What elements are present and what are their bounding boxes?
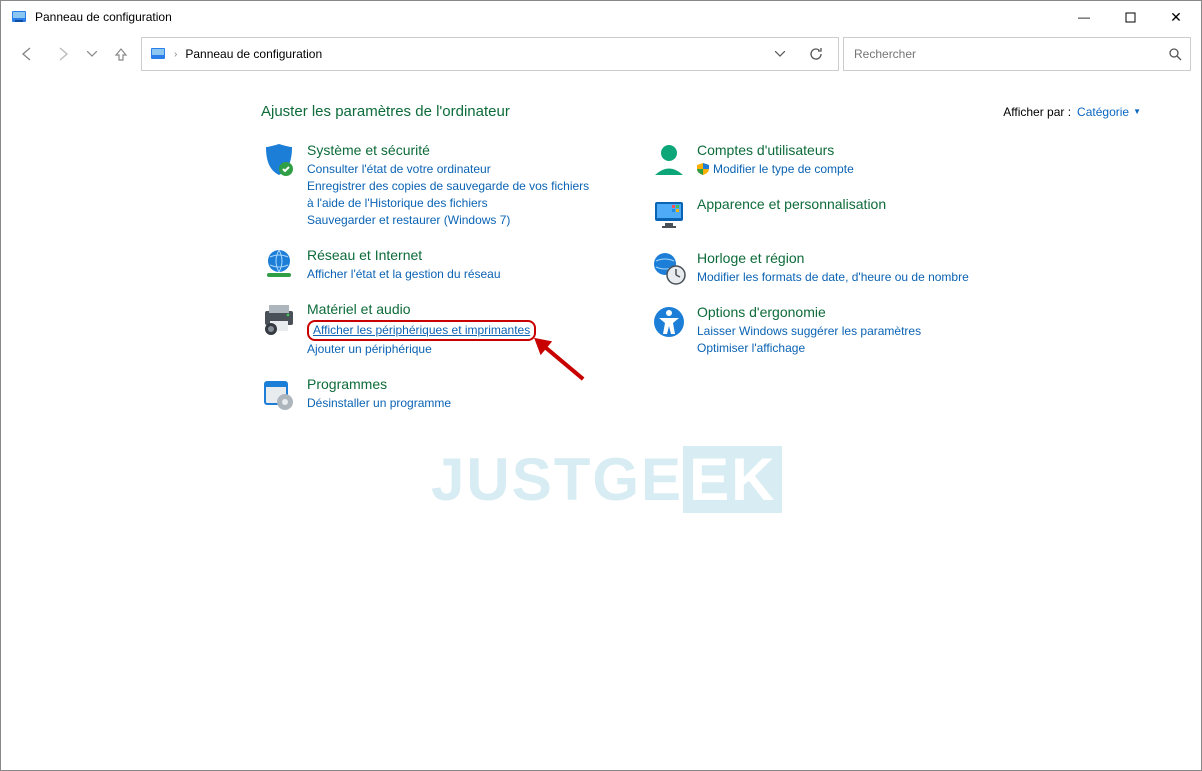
back-button[interactable] <box>11 38 43 70</box>
minimize-button[interactable]: — <box>1061 1 1107 33</box>
link-change-account-type[interactable]: Modifier le type de compte <box>697 161 981 178</box>
link-system-status[interactable]: Consulter l'état de votre ordinateur <box>307 161 591 178</box>
search-icon <box>1168 47 1182 61</box>
window-title: Panneau de configuration <box>35 10 172 24</box>
globe-icon <box>261 247 297 283</box>
title-bar: Panneau de configuration — ✕ <box>1 1 1201 33</box>
link-date-time-formats[interactable]: Modifier les formats de date, d'heure ou… <box>697 269 981 286</box>
category-title[interactable]: Système et sécurité <box>307 142 591 158</box>
content-area: JUSTGEEK Ajuster les paramètres de l'ord… <box>1 75 1201 770</box>
category-title[interactable]: Comptes d'utilisateurs <box>697 142 981 158</box>
category-clock-region: Horloge et région Modifier les formats d… <box>651 250 981 286</box>
link-network-status[interactable]: Afficher l'état et la gestion du réseau <box>307 266 591 283</box>
category-title[interactable]: Matériel et audio <box>307 301 591 317</box>
link-add-device[interactable]: Ajouter un périphérique <box>307 341 591 358</box>
search-input[interactable] <box>852 46 1168 62</box>
programs-icon <box>261 376 297 412</box>
view-by-label: Afficher par : <box>1003 105 1071 119</box>
category-network-internet: Réseau et Internet Afficher l'état et la… <box>261 247 591 283</box>
view-by-dropdown[interactable]: Catégorie ▼ <box>1077 105 1141 119</box>
chevron-right-icon: › <box>174 49 177 60</box>
category-user-accounts: Comptes d'utilisateurs Modifier le type … <box>651 142 981 178</box>
link-optimize-display[interactable]: Optimiser l'affichage <box>697 340 981 357</box>
chevron-down-icon: ▼ <box>1133 107 1141 116</box>
address-dropdown-button[interactable] <box>766 40 794 68</box>
up-button[interactable] <box>105 38 137 70</box>
link-suggest-settings[interactable]: Laisser Windows suggérer les paramètres <box>697 323 981 340</box>
close-button[interactable]: ✕ <box>1153 1 1199 33</box>
accessibility-icon <box>651 304 687 340</box>
breadcrumb-root[interactable]: Panneau de configuration <box>185 47 322 61</box>
clock-globe-icon <box>651 250 687 286</box>
category-ease-of-access: Options d'ergonomie Laisser Windows sugg… <box>651 304 981 357</box>
right-column: Comptes d'utilisateurs Modifier le type … <box>651 142 981 430</box>
link-file-history-backup[interactable]: Enregistrer des copies de sauvegarde de … <box>307 178 591 212</box>
page-header: Ajuster les paramètres de l'ordinateur A… <box>261 103 1141 120</box>
category-hardware-sound: Matériel et audio Afficher les périphéri… <box>261 301 591 358</box>
monitor-icon <box>651 196 687 232</box>
category-title[interactable]: Réseau et Internet <box>307 247 591 263</box>
recent-locations-button[interactable] <box>83 38 101 70</box>
control-panel-icon <box>150 46 166 62</box>
category-appearance: Apparence et personnalisation <box>651 196 981 232</box>
forward-button[interactable] <box>47 38 79 70</box>
category-system-security: Système et sécurité Consulter l'état de … <box>261 142 591 229</box>
page-title: Ajuster les paramètres de l'ordinateur <box>261 103 1003 120</box>
link-backup-restore-win7[interactable]: Sauvegarder et restaurer (Windows 7) <box>307 212 591 229</box>
category-title[interactable]: Apparence et personnalisation <box>697 196 981 212</box>
category-title[interactable]: Programmes <box>307 376 591 392</box>
shield-icon <box>261 142 297 178</box>
uac-shield-icon <box>697 163 709 175</box>
user-icon <box>651 142 687 178</box>
printer-icon <box>261 301 297 337</box>
search-box[interactable] <box>843 37 1191 71</box>
nav-toolbar: › Panneau de configuration <box>1 33 1201 75</box>
control-panel-icon <box>11 9 27 25</box>
control-panel-window: Panneau de configuration — ✕ › Panneau d… <box>0 0 1202 771</box>
maximize-button[interactable] <box>1107 1 1153 33</box>
view-by-value: Catégorie <box>1077 105 1129 119</box>
left-column: Système et sécurité Consulter l'état de … <box>261 142 591 430</box>
watermark: JUSTGEEK <box>431 445 782 514</box>
category-title[interactable]: Options d'ergonomie <box>697 304 981 320</box>
link-uninstall-program[interactable]: Désinstaller un programme <box>307 395 591 412</box>
refresh-button[interactable] <box>802 40 830 68</box>
link-devices-printers-highlighted[interactable]: Afficher les périphériques et imprimante… <box>307 320 536 341</box>
category-title[interactable]: Horloge et région <box>697 250 981 266</box>
category-programs: Programmes Désinstaller un programme <box>261 376 591 412</box>
address-bar[interactable]: › Panneau de configuration <box>141 37 839 71</box>
